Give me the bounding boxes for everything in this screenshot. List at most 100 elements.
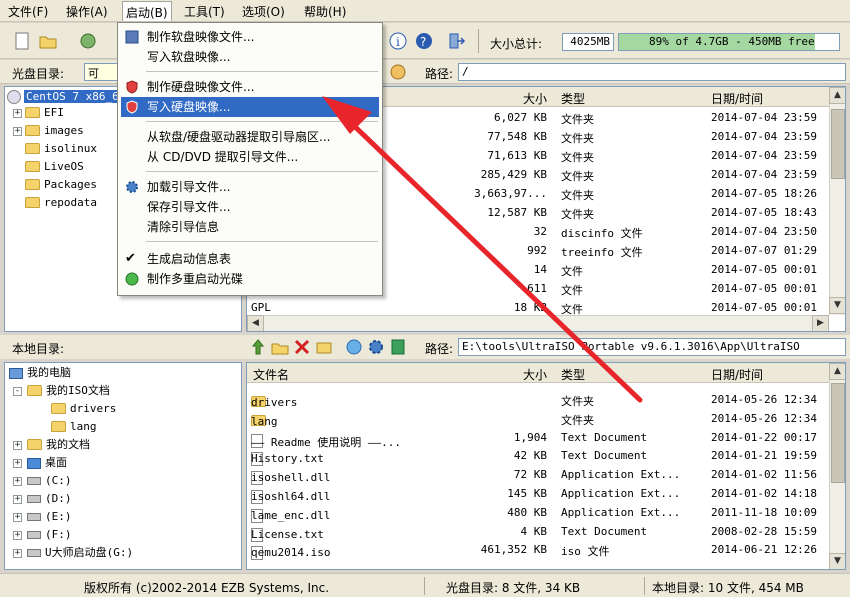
local-file-row[interactable]: History.txt 42 KB Text Document 2014-01-21 … (247, 446, 829, 467)
tree-item-my-iso[interactable]: 我的ISO文档 (27, 383, 110, 399)
expand-icon[interactable]: + (13, 109, 22, 118)
local-header-type[interactable]: 类型 (561, 366, 585, 383)
cd-file-name: GPL (251, 301, 271, 314)
cd-tree-item-repodata[interactable]: repodata (25, 195, 97, 211)
cd-tree-item-images[interactable]: images (25, 123, 84, 139)
scroll-thumb[interactable] (831, 109, 845, 179)
refresh-cd-icon[interactable] (388, 62, 408, 82)
menu-action[interactable]: 操作(A) (66, 3, 108, 20)
menu-file[interactable]: 文件(F) (8, 3, 48, 20)
expand-icon[interactable]: + (13, 549, 22, 558)
open-folder-icon[interactable] (38, 31, 58, 51)
tree-item-desktop[interactable]: 桌面 (27, 455, 67, 471)
refresh-icon[interactable] (388, 337, 408, 357)
scroll-left-icon[interactable]: ◀ (247, 315, 264, 331)
menu-item-load-boot-file[interactable]: 加载引导文件... (121, 177, 379, 197)
tree-item-drive-g[interactable]: U大师启动盘(G:) (27, 545, 133, 561)
folder-icon (51, 420, 66, 432)
disc-icon (125, 272, 139, 286)
menu-item-make-hdd-image[interactable]: 制作硬盘映像文件... (121, 77, 379, 97)
drive-icon (27, 477, 41, 485)
local-file-row[interactable]: —— Readme 使用说明 ——... 1,904 Text Document 20… (247, 428, 829, 449)
cd-tree-item-efi[interactable]: EFI (25, 105, 64, 121)
extract-icon[interactable] (78, 31, 98, 51)
tree-item-lang[interactable]: lang (51, 419, 97, 435)
cd-header-type[interactable]: 类型 (561, 90, 585, 107)
menu-tools[interactable]: 工具(T) (184, 3, 225, 20)
local-header-name[interactable]: 文件名 (253, 366, 289, 383)
cd-tree-item-isolinux[interactable]: isolinux (25, 141, 97, 157)
expand-icon[interactable]: + (13, 531, 22, 540)
tree-item-drive-e[interactable]: (E:) (27, 509, 72, 525)
menu-item-make-floppy-image[interactable]: 制作软盘映像文件... (121, 27, 379, 47)
favorites-icon[interactable] (344, 337, 364, 357)
menu-item-clear-boot-info[interactable]: 清除引导信息 (121, 217, 379, 237)
cd-file-date: 2014-07-04 23:59 (711, 149, 817, 162)
menu-help[interactable]: 帮助(H) (304, 3, 346, 20)
scroll-up-icon[interactable]: ▲ (829, 363, 845, 380)
local-file-row[interactable]: isoshell.dll 72 KB Application Ext... 2014-… (247, 465, 829, 486)
drive-icon (27, 495, 41, 503)
local-file-date: 2014-05-26 12:34 (711, 411, 817, 425)
cd-file-date: 2014-07-05 00:01 (711, 301, 817, 314)
scroll-up-icon[interactable]: ▲ (829, 87, 845, 104)
cd-tree-item-liveos[interactable]: LiveOS (25, 159, 84, 175)
menu-item-make-multiboot[interactable]: 制作多重启动光碟 (121, 269, 379, 289)
cd-vertical-scrollbar[interactable]: ▲ ▼ (829, 87, 845, 315)
new-folder-icon[interactable] (270, 337, 290, 357)
cd-root-item[interactable]: CentOS 7 x86_6 (7, 89, 121, 105)
menu-options[interactable]: 选项(O) (242, 3, 285, 20)
expand-icon[interactable]: + (13, 441, 22, 450)
local-file-row[interactable]: lang 文件夹 2014-05-26 12:34 (247, 409, 829, 428)
tree-item-drive-d[interactable]: (D:) (27, 491, 72, 507)
scroll-thumb[interactable] (831, 383, 845, 483)
cd-tree-item-packages[interactable]: Packages (25, 177, 97, 193)
size-total-label: 大小总计: (490, 37, 543, 51)
menu-item-save-boot-file[interactable]: 保存引导文件... (121, 197, 379, 217)
local-header-size[interactable]: 大小 (523, 366, 547, 383)
local-file-row[interactable]: drivers 文件夹 2014-05-26 12:34 (247, 390, 829, 409)
expand-icon[interactable]: + (13, 495, 22, 504)
tree-item-my-documents[interactable]: 我的文档 (27, 437, 90, 453)
menu-item-generate-boot-table[interactable]: ✔ 生成启动信息表 (121, 249, 379, 269)
cd-path-field[interactable]: / (458, 63, 846, 81)
menu-item-write-floppy-image[interactable]: 写入软盘映像... (121, 47, 379, 67)
local-path-field[interactable]: E:\tools\UltraISO Portable v9.6.1.3016\A… (458, 338, 846, 356)
up-folder-icon[interactable] (248, 337, 268, 357)
rename-icon[interactable] (314, 337, 334, 357)
scroll-down-icon[interactable]: ▼ (829, 297, 845, 314)
cd-header-size[interactable]: 大小 (523, 90, 547, 107)
local-file-row[interactable]: lame_enc.dll 480 KB Application Ext... 2011… (247, 503, 829, 523)
tree-item-my-computer[interactable]: 我的电脑 (9, 365, 71, 381)
expand-icon[interactable]: + (13, 513, 22, 522)
cd-file-size: 611 (527, 282, 547, 295)
local-file-date: 2014-01-21 19:59 (711, 449, 817, 463)
new-file-icon[interactable] (12, 31, 32, 51)
expand-icon[interactable]: + (13, 459, 22, 468)
menu-boot[interactable]: 启动(B) (122, 1, 172, 21)
info-icon[interactable]: i (388, 31, 408, 51)
expand-icon[interactable]: + (13, 477, 22, 486)
svg-text:?: ? (420, 35, 426, 49)
exit-icon[interactable] (446, 31, 466, 51)
delete-icon[interactable] (292, 337, 312, 357)
expand-icon[interactable]: + (13, 127, 22, 136)
tree-item-drive-f[interactable]: (F:) (27, 527, 72, 543)
local-file-row[interactable]: qemu2014.iso 461,352 KB iso 文件 2014-06-21 1… (247, 540, 829, 561)
local-file-row[interactable]: License.txt 4 KB Text Document 2008-02-28 1… (247, 522, 829, 542)
menu-item-extract-boot-file[interactable]: 从 CD/DVD 提取引导文件... (121, 147, 379, 167)
scroll-right-icon[interactable]: ▶ (812, 315, 829, 331)
settings-gear-icon[interactable] (366, 337, 386, 357)
menu-item-write-hdd-image[interactable]: 写入硬盘映像... (121, 97, 379, 117)
help-icon[interactable]: ? (414, 31, 434, 51)
local-file-row[interactable]: isoshl64.dll 145 KB Application Ext... 2014… (247, 484, 829, 504)
menu-item-extract-boot-sector[interactable]: 从软盘/硬盘驱动器提取引导扇区... (121, 127, 379, 147)
cd-header-date[interactable]: 日期/时间 (711, 90, 763, 107)
cd-horizontal-scrollbar[interactable]: ◀ ▶ (247, 315, 829, 331)
local-vertical-scrollbar[interactable]: ▲ ▼ (829, 363, 845, 569)
tree-item-drivers[interactable]: drivers (51, 401, 116, 417)
local-header-date[interactable]: 日期/时间 (711, 366, 763, 383)
scroll-down-icon[interactable]: ▼ (829, 553, 845, 569)
collapse-icon[interactable]: - (13, 387, 22, 396)
tree-item-drive-c[interactable]: (C:) (27, 473, 72, 489)
